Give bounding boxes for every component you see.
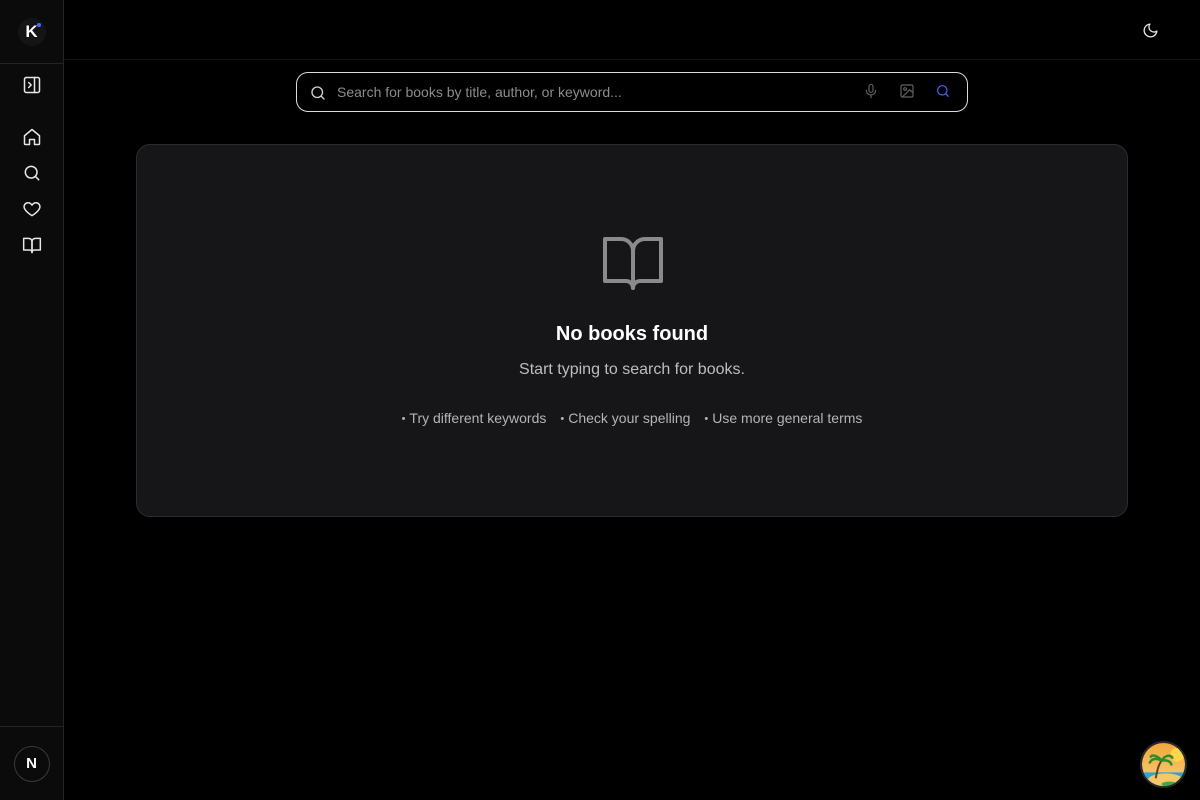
panel-right-icon <box>23 76 41 94</box>
logo-accent-dot <box>36 22 41 27</box>
empty-state-panel: No books found Start typing to search fo… <box>136 144 1128 517</box>
tip-item: Try different keywords <box>402 410 546 426</box>
search-icon <box>24 165 40 181</box>
user-initial: N <box>26 755 37 772</box>
search-icon <box>937 85 949 97</box>
app-logo[interactable]: K <box>17 17 46 46</box>
tip-item: Use more general terms <box>704 410 862 426</box>
moon-icon <box>1143 22 1158 37</box>
logo-area: K <box>0 0 63 64</box>
search-bar <box>296 72 968 112</box>
empty-state-subtitle: Start typing to search for books. <box>519 361 745 378</box>
sidebar-item-favorites[interactable] <box>16 193 48 225</box>
toggle-sidebar-button[interactable] <box>16 69 48 101</box>
home-icon <box>23 128 41 146</box>
floating-avatar-button[interactable] <box>1140 741 1187 788</box>
tip-item: Check your spelling <box>560 410 690 426</box>
search-tips: Try different keywords Check your spelli… <box>137 410 1127 426</box>
book-open-icon <box>22 237 42 254</box>
empty-state-title: No books found <box>555 323 709 345</box>
theme-toggle-button[interactable] <box>1138 18 1162 42</box>
heart-icon <box>23 202 41 217</box>
search-icon <box>311 86 325 100</box>
mic-icon <box>865 83 877 99</box>
image-search-button[interactable] <box>899 83 917 101</box>
voice-search-button[interactable] <box>863 83 881 101</box>
sidebar-item-library[interactable] <box>16 229 48 261</box>
sidebar-item-search[interactable] <box>16 157 48 189</box>
beach-avatar-image <box>1142 743 1185 786</box>
search-input[interactable] <box>337 73 837 111</box>
empty-state-book-icon <box>602 235 664 293</box>
sidebar: K N <box>0 0 64 800</box>
logo-letter: K <box>25 21 38 41</box>
image-icon <box>900 84 914 98</box>
book-open-icon <box>603 237 663 290</box>
user-avatar[interactable]: N <box>13 745 50 782</box>
topbar <box>64 0 1200 60</box>
sidebar-item-home[interactable] <box>16 121 48 153</box>
submit-search-button[interactable] <box>935 83 953 101</box>
sidebar-footer: N <box>0 726 63 800</box>
